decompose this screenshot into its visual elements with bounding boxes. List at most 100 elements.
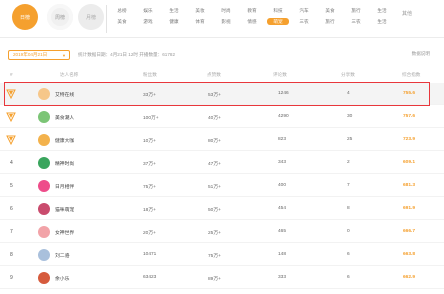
col-rank: # (10, 72, 13, 77)
account-name[interactable]: 日月相伴 (55, 183, 74, 190)
account-name[interactable]: 美食潮人 (55, 114, 74, 121)
shares-value: 25 (347, 137, 353, 142)
col-score[interactable]: 综合指数 (402, 72, 420, 78)
fans-value: 100万+ (143, 116, 159, 121)
table-row[interactable]: 6 猫咪萌宠 18万+ 50万+ 454 8 691.9 (0, 198, 444, 220)
likes-value: 40万+ (208, 116, 221, 121)
likes-value: 51万+ (208, 185, 221, 190)
account-name[interactable]: 刘二骆 (55, 252, 69, 259)
date-value: 2019年04月21日 (13, 52, 48, 57)
category-item[interactable]: 汽车 (293, 8, 315, 14)
date-picker[interactable]: 2019年04月21日 ▼ (8, 50, 70, 60)
category-item[interactable]: 生活 (371, 8, 393, 14)
category-item[interactable]: 总榜 (111, 8, 133, 14)
avatar[interactable] (38, 180, 50, 192)
category-item[interactable]: 三农 (293, 19, 315, 25)
account-name[interactable]: 健康大咖 (55, 137, 74, 144)
category-item[interactable]: 旅行 (345, 8, 367, 14)
rank-number: 7 (10, 229, 13, 235)
score-value: 681.3 (403, 183, 416, 188)
score-value: 723.9 (403, 137, 416, 142)
category-item[interactable]: 教育 (241, 8, 263, 14)
col-name: 达人名称 (60, 72, 79, 77)
score-value: 663.8 (403, 252, 416, 257)
shares-value: 7 (347, 183, 350, 188)
avatar[interactable] (38, 111, 50, 123)
category-item[interactable]: 影视 (215, 19, 237, 25)
avatar[interactable] (38, 157, 50, 169)
score-value: 666.7 (403, 229, 416, 234)
account-name[interactable]: 余小乐 (55, 275, 69, 282)
fans-value: 10万+ (143, 139, 156, 144)
update-info: 统计数据日期：4月21日 12时 开播数量：61782 (78, 52, 176, 57)
table-row[interactable]: 9 余小乐 63423 89万+ 333 6 662.9 (0, 267, 444, 289)
category-item[interactable]: 科技 (267, 8, 289, 14)
table-row[interactable]: 健康大咖 10万+ 80万+ 823 25 723.9 (0, 129, 444, 151)
category-item[interactable]: 游戏 (137, 19, 159, 25)
fans-value: 18万+ (143, 208, 156, 213)
top-nav: 日榜 周榜 月榜 总榜 娱乐 生活 美妆 时尚 教育 科技 汽车 美食 旅行 生… (0, 0, 444, 38)
data-description-link[interactable]: 数据说明 (412, 51, 430, 57)
comments-value: 400 (278, 183, 287, 188)
rank-number: 5 (10, 183, 13, 189)
col-shares[interactable]: 分享数 (341, 72, 355, 78)
category-item[interactable]: 旅行 (319, 19, 341, 25)
tab-weekly[interactable]: 周榜 (47, 4, 73, 30)
shares-value: 6 (347, 252, 350, 257)
likes-value: 89万+ (208, 277, 221, 282)
score-value: 691.9 (403, 206, 416, 211)
fans-value: 75万+ (143, 185, 156, 190)
comments-value: 454 (278, 206, 287, 211)
likes-value: 80万+ (208, 139, 221, 144)
more-categories-button[interactable]: 其他 (402, 10, 412, 17)
table-row[interactable]: 5 日月相伴 75万+ 51万+ 400 7 681.3 (0, 175, 444, 197)
category-item[interactable]: 美食 (111, 19, 133, 25)
category-item[interactable]: 体育 (189, 19, 211, 25)
table-row[interactable]: 4 精神时尚 37万+ 47万+ 343 2 609.1 (0, 152, 444, 174)
tab-weekly-label: 周榜 (54, 14, 65, 21)
shares-value: 30 (347, 114, 353, 119)
rank-number: 9 (10, 275, 13, 281)
score-value: 662.9 (403, 275, 416, 280)
highlight-box (4, 82, 430, 106)
table-row[interactable]: 7 女神世界 20万+ 25万+ 465 0 666.7 (0, 221, 444, 243)
fans-value: 63423 (143, 275, 157, 280)
avatar[interactable] (38, 134, 50, 146)
account-name[interactable]: 猫咪萌宠 (55, 206, 74, 213)
tab-daily[interactable]: 日榜 (12, 4, 38, 30)
avatar[interactable] (38, 203, 50, 215)
category-item[interactable]: 美妆 (189, 8, 211, 14)
tab-monthly[interactable]: 月榜 (78, 4, 104, 30)
col-comments[interactable]: 评论数 (273, 72, 287, 78)
medal-icon (6, 135, 16, 145)
col-fans[interactable]: 粉丝数 (143, 72, 157, 78)
category-item[interactable]: 生活 (163, 8, 185, 14)
table-header: # 达人名称 粉丝数 点赞数 评论数 分享数 综合指数 (0, 69, 444, 80)
table-row[interactable]: 8 刘二骆 10471 75万+ 148 6 663.8 (0, 244, 444, 266)
score-value: 757.6 (403, 114, 416, 119)
category-item[interactable]: 时尚 (215, 8, 237, 14)
rank-number: 6 (10, 206, 13, 212)
account-name[interactable]: 精神时尚 (55, 160, 74, 167)
shares-value: 8 (347, 206, 350, 211)
table-row[interactable]: 美食潮人 100万+ 40万+ 4290 30 757.6 (0, 106, 444, 128)
col-likes[interactable]: 点赞数 (207, 72, 221, 78)
category-item-active[interactable]: 萌宠 (267, 18, 289, 25)
avatar[interactable] (38, 226, 50, 238)
category-item[interactable]: 健康 (163, 19, 185, 25)
shares-value: 6 (347, 275, 350, 280)
chevron-down-icon: ▼ (62, 53, 66, 58)
avatar[interactable] (38, 249, 50, 261)
shares-value: 0 (347, 229, 350, 234)
comments-value: 465 (278, 229, 287, 234)
tab-daily-label: 日榜 (19, 14, 30, 21)
avatar[interactable] (38, 272, 50, 284)
category-item[interactable]: 情感 (241, 19, 263, 25)
account-name[interactable]: 女神世界 (55, 229, 74, 236)
category-item[interactable]: 娱乐 (137, 8, 159, 14)
category-item[interactable]: 生活 (371, 19, 393, 25)
comments-value: 823 (278, 137, 287, 142)
category-item[interactable]: 美食 (319, 8, 341, 14)
divider (106, 5, 107, 33)
category-item[interactable]: 三农 (345, 19, 367, 25)
